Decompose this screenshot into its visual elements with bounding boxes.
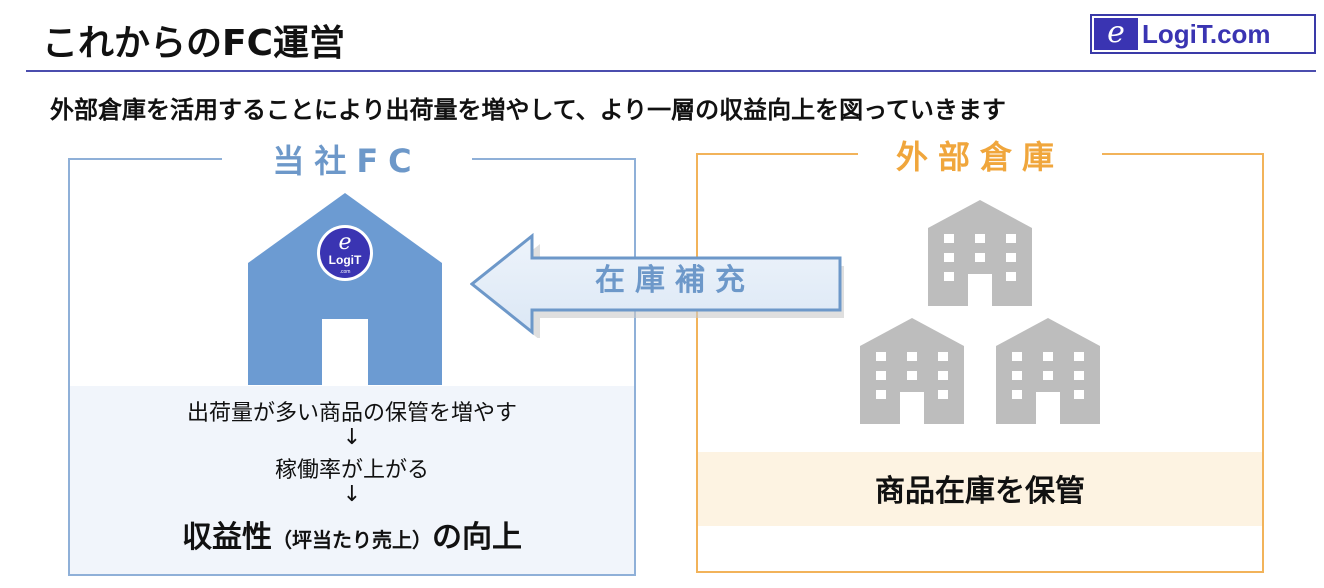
restock-label: 在庫補充: [595, 263, 755, 298]
down-arrow-1: ↓: [342, 425, 362, 450]
fc-line-1: 出荷量が多い商品の保管を増やす: [186, 401, 517, 426]
warehouse-house-icon: e LogiT .com: [248, 193, 442, 385]
logo-mark-icon: e: [1094, 18, 1138, 50]
logo-text: LogiT.com: [1142, 19, 1271, 49]
fc-conclusion-note: （坪当たり売上）: [272, 528, 432, 552]
fc-conclusion-main: 収益性: [182, 520, 272, 555]
fc-line-2: 稼働率が上がる: [274, 458, 429, 483]
external-warehouse-label: 外部倉庫: [895, 138, 1064, 176]
title-divider: [26, 70, 1316, 72]
house-logo-mark: e: [338, 230, 351, 255]
page-title: これからのFC運営: [42, 23, 346, 64]
house-logo-text: LogiT: [329, 253, 362, 267]
fc-conclusion-end: の向上: [432, 520, 522, 555]
house-logo-sub: .com: [340, 269, 351, 275]
elogit-logo: e LogiT.com: [1090, 14, 1316, 54]
building-icon-right: [996, 318, 1100, 424]
subtitle: 外部倉庫を活用することにより出荷量を増やして、より一層の収益向上を図っていきます: [50, 96, 1006, 124]
warehouse-caption: 商品在庫を保管: [875, 474, 1085, 509]
fc-conclusion: 収益性（坪当たり売上）の向上: [70, 512, 634, 556]
fc-panel-label: 当社FC: [272, 142, 422, 180]
building-icon-left: [860, 318, 964, 424]
down-arrow-2: ↓: [342, 482, 362, 507]
building-icon-top: [928, 200, 1032, 306]
